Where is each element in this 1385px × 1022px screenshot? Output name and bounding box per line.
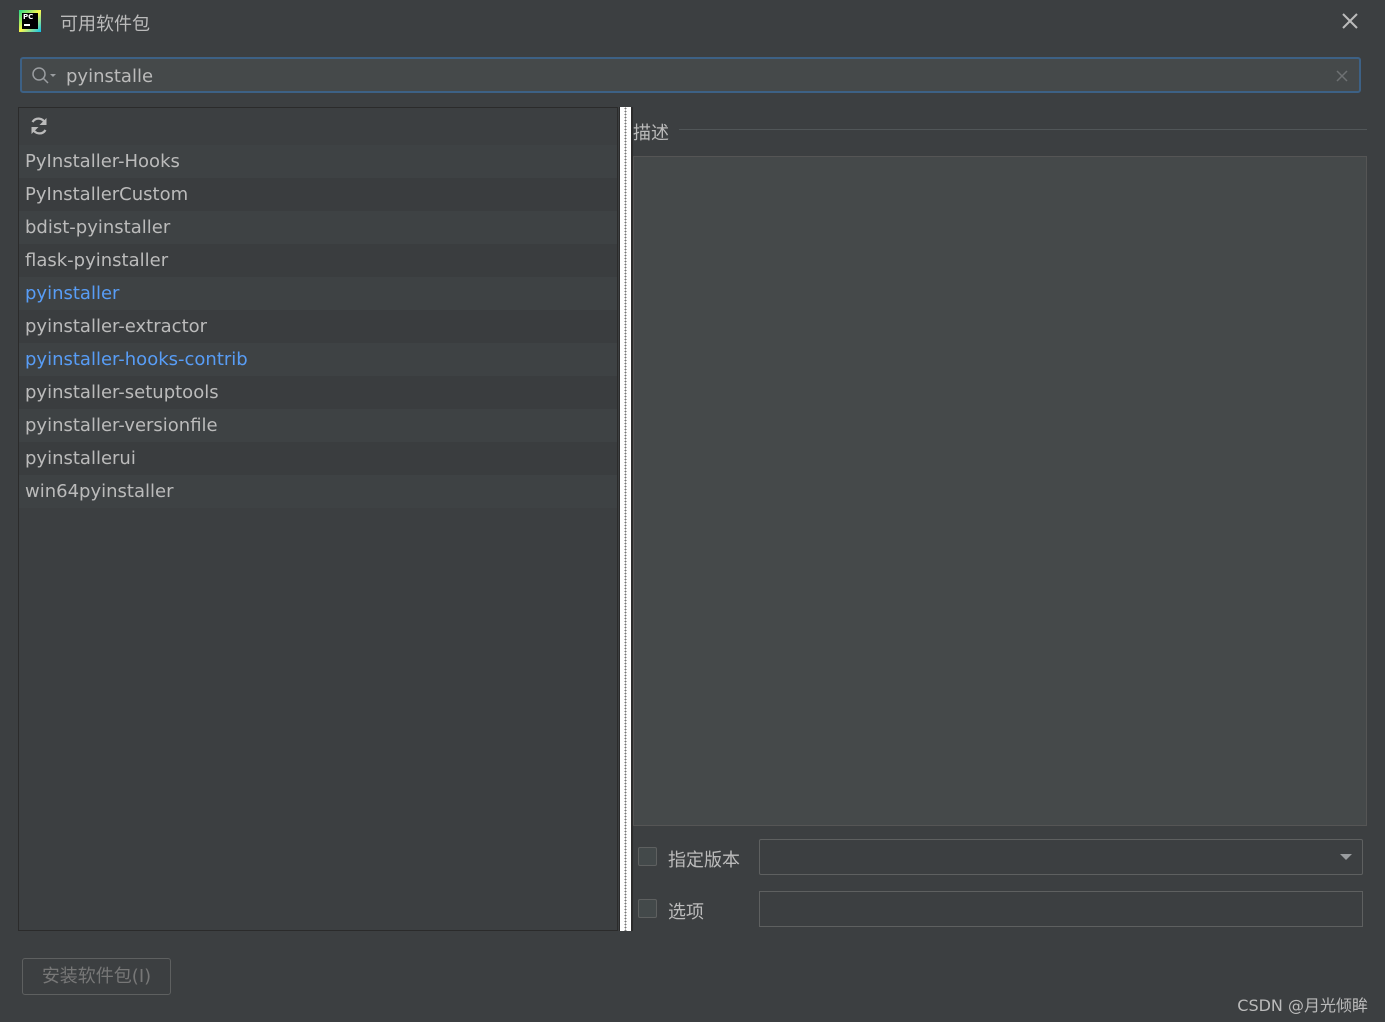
options-label: 选项 (668, 902, 704, 923)
package-list-item[interactable]: pyinstaller-versionfile (19, 409, 617, 442)
panel-splitter[interactable] (619, 107, 633, 931)
close-icon (1342, 13, 1358, 29)
package-list-item[interactable]: flask-pyinstaller (19, 244, 617, 277)
chevron-down-icon (1340, 854, 1352, 860)
options-field[interactable] (759, 891, 1363, 927)
package-list-item[interactable]: pyinstaller (19, 277, 617, 310)
clear-icon[interactable] (1335, 69, 1349, 83)
description-area (633, 156, 1367, 826)
window-title: 可用软件包 (60, 14, 150, 35)
package-list-item[interactable]: pyinstaller-setuptools (19, 376, 617, 409)
search-box (20, 57, 1361, 93)
options-checkbox[interactable] (638, 899, 657, 918)
title-bar: PC 可用软件包 (0, 0, 1385, 44)
version-dropdown[interactable] (759, 839, 1363, 875)
version-checkbox[interactable] (638, 847, 657, 866)
install-package-button[interactable]: 安装软件包(I) (22, 958, 171, 995)
package-list-item[interactable]: PyInstallerCustom (19, 178, 617, 211)
package-list-item[interactable]: bdist-pyinstaller (19, 211, 617, 244)
version-label: 指定版本 (668, 850, 740, 871)
package-list-item[interactable]: pyinstaller-extractor (19, 310, 617, 343)
package-list: PyInstaller-Hooks PyInstallerCustom bdist-… (19, 145, 617, 508)
refresh-icon[interactable] (29, 116, 49, 136)
package-list-item[interactable]: pyinstallerui (19, 442, 617, 475)
package-list-panel: PyInstaller-Hooks PyInstallerCustom bdist-… (18, 107, 618, 931)
search-input[interactable] (66, 63, 1306, 89)
package-list-item[interactable]: pyinstaller-hooks-contrib (19, 343, 617, 376)
description-separator (679, 129, 1367, 130)
description-label: 描述 (633, 123, 669, 144)
package-toolbar (19, 108, 617, 144)
close-button[interactable] (1339, 10, 1361, 32)
package-list-item[interactable]: PyInstaller-Hooks (19, 145, 617, 178)
pycharm-logo-icon: PC (19, 10, 41, 32)
watermark: CSDN @月光倾眸 (1237, 996, 1368, 1015)
package-list-item[interactable]: win64pyinstaller (19, 475, 617, 508)
search-icon[interactable] (31, 66, 57, 86)
